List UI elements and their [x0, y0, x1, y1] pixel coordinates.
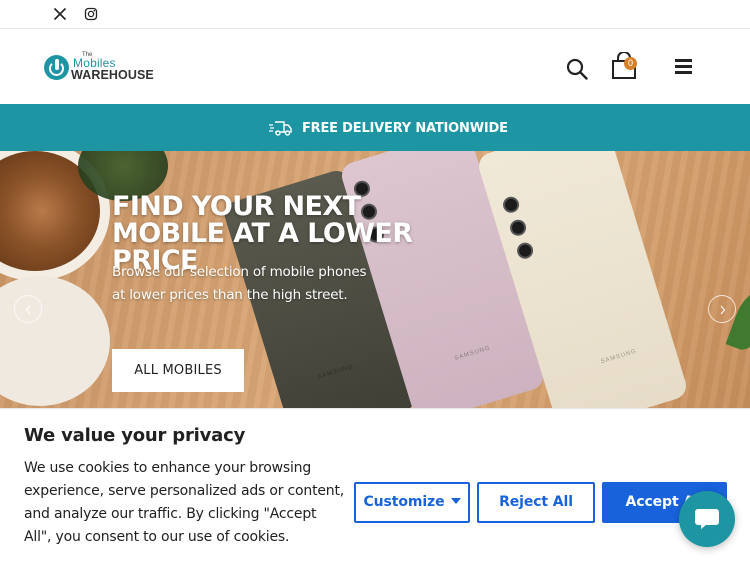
camera-lens [508, 217, 529, 238]
delivery-banner: FREE DELIVERY NATIONWIDE [0, 104, 750, 151]
cookie-consent-banner: We value your privacy We use cookies to … [0, 408, 750, 563]
chevron-left-icon [25, 305, 31, 315]
hero-slider: SAMSUNG SAMSUNG SAMSUNG FIND YOUR NEXT M… [0, 151, 750, 408]
power-icon [44, 55, 69, 80]
phone-brand-text: SAMSUNG [317, 363, 355, 381]
slider-prev-button[interactable] [14, 295, 42, 323]
phone-brand-text: SAMSUNG [600, 348, 638, 366]
instagram-icon[interactable] [84, 7, 98, 21]
cart-button[interactable]: 0 [611, 51, 641, 80]
site-header: The Mobiles WAREHOUSE 0 [0, 29, 750, 104]
slider-next-button[interactable] [708, 295, 736, 323]
social-bar [0, 0, 750, 29]
x-icon[interactable] [53, 7, 67, 21]
customize-button[interactable]: Customize [354, 482, 470, 523]
logo-warehouse: WAREHOUSE [71, 68, 154, 82]
cookie-text: We use cookies to enhance your browsing … [24, 460, 344, 545]
reject-all-button[interactable]: Reject All [477, 482, 595, 523]
hamburger-menu-icon[interactable] [674, 58, 694, 75]
phone-brand-text: SAMSUNG [453, 345, 492, 362]
hero-subtitle: Browse our selection of mobile phones at… [112, 264, 367, 303]
cart-count-badge: 0 [624, 57, 637, 70]
customize-label: Customize [363, 494, 445, 510]
chat-widget-button[interactable] [679, 491, 735, 547]
site-logo[interactable]: The Mobiles WAREHOUSE [44, 52, 154, 84]
chat-bubble-icon [695, 509, 719, 529]
all-mobiles-button[interactable]: ALL MOBILES [112, 349, 244, 392]
search-icon[interactable] [565, 57, 589, 81]
chevron-right-icon [720, 305, 726, 315]
camera-lens [515, 240, 536, 261]
delivery-truck-icon [269, 121, 292, 136]
delivery-text: FREE DELIVERY NATIONWIDE [302, 120, 508, 136]
cookie-title: We value your privacy [24, 425, 246, 446]
camera-lens [501, 194, 522, 215]
caret-down-icon [450, 498, 461, 504]
